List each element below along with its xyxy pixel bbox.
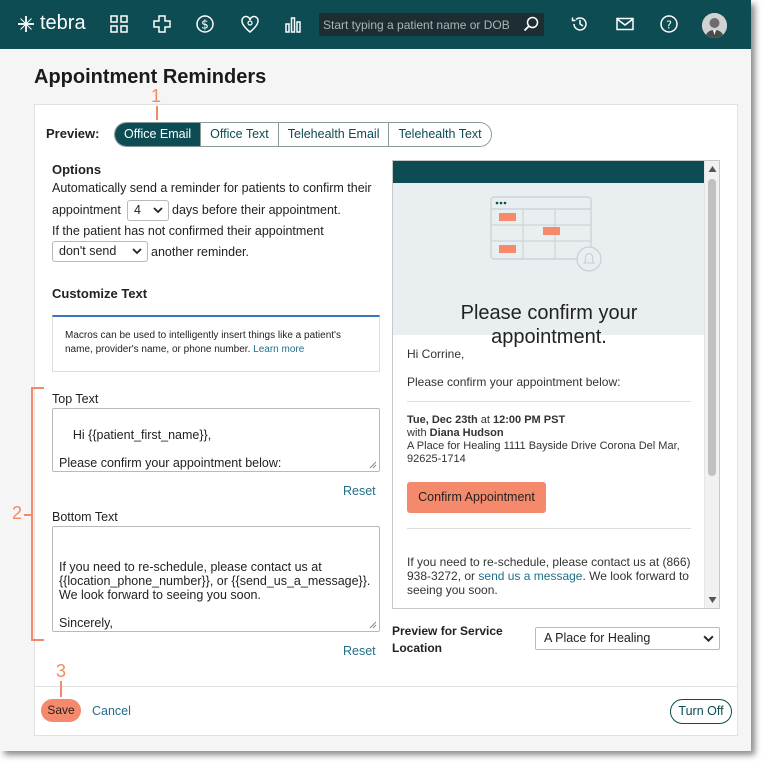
- apps-grid-icon[interactable]: [109, 14, 129, 34]
- top-text-value: Hi {{patient_first_name}}, Please confir…: [59, 428, 282, 470]
- provider-name: Diana Hudson: [429, 427, 504, 439]
- scroll-up-arrow-icon[interactable]: [708, 165, 717, 173]
- service-location-label: Preview for Service Location: [392, 624, 503, 655]
- callout-2-bracket-top: [31, 387, 44, 389]
- scroll-down-arrow-icon[interactable]: [708, 596, 717, 604]
- email-intro: Please confirm your appointment below:: [407, 375, 621, 389]
- appointment-at: at: [480, 414, 490, 426]
- email-appointment-details: Tue, Dec 23th at 12:00 PM PST with Diana…: [407, 414, 697, 466]
- resend-select[interactable]: don't send: [52, 241, 148, 262]
- options-days-label: days before their appointment.: [172, 203, 341, 217]
- options-heading: Options: [52, 162, 102, 177]
- calendar-illustration-icon: [490, 196, 602, 272]
- email-preview-pane[interactable]: Please confirm your appointment. Hi Corr…: [392, 160, 720, 609]
- chevron-down-icon: [132, 248, 142, 255]
- reports-chart-icon[interactable]: [283, 14, 303, 34]
- days-select[interactable]: 4: [127, 200, 169, 221]
- top-text-label: Top Text: [52, 392, 99, 406]
- options-line-1: Automatically send a reminder for patien…: [52, 181, 372, 195]
- service-location-select[interactable]: A Place for Healing: [535, 627, 720, 650]
- resize-grip-icon[interactable]: [369, 621, 377, 629]
- patient-heart-icon[interactable]: [240, 14, 260, 34]
- turn-off-button[interactable]: Turn Off: [670, 699, 732, 724]
- callout-3-line: [60, 681, 62, 697]
- search-input[interactable]: [323, 15, 518, 34]
- top-nav-bar: tebra $ ?: [0, 0, 751, 49]
- patient-search: [319, 13, 544, 36]
- save-button[interactable]: Save: [41, 699, 81, 722]
- preview-tabs: Office Email Office Text Telehealth Emai…: [114, 122, 492, 147]
- tab-telehealth-email[interactable]: Telehealth Email: [277, 123, 389, 146]
- callout-2-bracket: [31, 387, 33, 641]
- help-icon[interactable]: ?: [659, 14, 679, 34]
- email-greeting: Hi Corrine,: [407, 347, 465, 361]
- bottom-text-value: If you need to re-schedule, please conta…: [59, 560, 371, 630]
- footer-divider: [34, 686, 738, 687]
- options-appointment-label: appointment: [52, 203, 121, 217]
- resend-select-value: don't send: [59, 244, 117, 258]
- tab-telehealth-text[interactable]: Telehealth Text: [388, 123, 491, 146]
- callout-2-tick: [24, 514, 31, 516]
- appointment-time: 12:00 PM PST: [493, 414, 566, 426]
- email-divider: [407, 528, 691, 529]
- callout-2-bracket-bottom: [31, 639, 44, 641]
- customize-text-heading: Customize Text: [52, 286, 148, 301]
- email-hero: Please confirm your appointment.: [393, 183, 705, 348]
- clinical-cross-icon[interactable]: [152, 14, 172, 34]
- tebra-logo[interactable]: tebra: [16, 12, 86, 35]
- appointment-provider: with Diana Hudson: [407, 427, 697, 440]
- confirm-appointment-button[interactable]: Confirm Appointment: [407, 482, 546, 513]
- billing-dollar-icon[interactable]: $: [195, 14, 215, 34]
- resize-grip-icon[interactable]: [369, 461, 377, 469]
- history-clock-icon[interactable]: [570, 14, 590, 34]
- tab-office-text[interactable]: Office Text: [200, 123, 278, 146]
- bottom-text-label: Bottom Text: [52, 510, 118, 524]
- learn-more-link[interactable]: Learn more: [253, 344, 304, 355]
- top-text-field[interactable]: Hi {{patient_first_name}}, Please confir…: [52, 408, 380, 472]
- preview-label: Preview:: [46, 126, 100, 141]
- email-hero-title: Please confirm your appointment.: [460, 302, 638, 348]
- search-icon[interactable]: [522, 15, 540, 33]
- email-header-band: [393, 161, 705, 183]
- days-select-value: 4: [134, 203, 141, 217]
- svg-text:?: ?: [666, 19, 672, 32]
- appointment-date: Tue, Dec 23th: [407, 414, 478, 426]
- svg-text:$: $: [201, 18, 209, 32]
- email-closing: If you need to re-schedule, please conta…: [407, 555, 697, 597]
- send-us-message-link[interactable]: send us a message: [478, 569, 582, 583]
- appointment-with: with: [407, 427, 427, 439]
- bottom-text-field[interactable]: If you need to re-schedule, please conta…: [52, 526, 380, 632]
- options-line-3: If the patient has not confirmed their a…: [52, 224, 324, 238]
- chevron-down-icon: [153, 207, 163, 214]
- logo-icon: [18, 15, 34, 32]
- preview-scrollbar[interactable]: [704, 161, 719, 608]
- email-divider: [407, 401, 691, 402]
- macro-info-box: Macros can be used to intelligently inse…: [52, 315, 380, 372]
- callout-2: 2: [12, 503, 23, 523]
- top-text-reset-link[interactable]: Reset: [343, 484, 376, 498]
- bottom-text-reset-link[interactable]: Reset: [343, 644, 376, 658]
- callout-1: 1: [151, 86, 162, 106]
- service-location-value: A Place for Healing: [544, 631, 651, 645]
- callout-1-line: [156, 106, 158, 120]
- callout-3: 3: [56, 661, 67, 681]
- tab-office-email[interactable]: Office Email: [115, 123, 201, 146]
- logo-text: tebra: [40, 12, 86, 34]
- cancel-button[interactable]: Cancel: [92, 704, 131, 718]
- app-window: tebra $ ? Appo: [0, 0, 751, 751]
- scrollbar-thumb[interactable]: [708, 179, 716, 476]
- options-another-reminder-label: another reminder.: [151, 245, 249, 259]
- user-avatar[interactable]: [702, 13, 727, 38]
- mail-icon[interactable]: [615, 14, 635, 34]
- appointment-location: A Place for Healing 1111 Bayside Drive C…: [407, 440, 680, 465]
- appointment-datetime: Tue, Dec 23th at 12:00 PM PST: [407, 414, 697, 427]
- chevron-down-icon: [703, 635, 714, 643]
